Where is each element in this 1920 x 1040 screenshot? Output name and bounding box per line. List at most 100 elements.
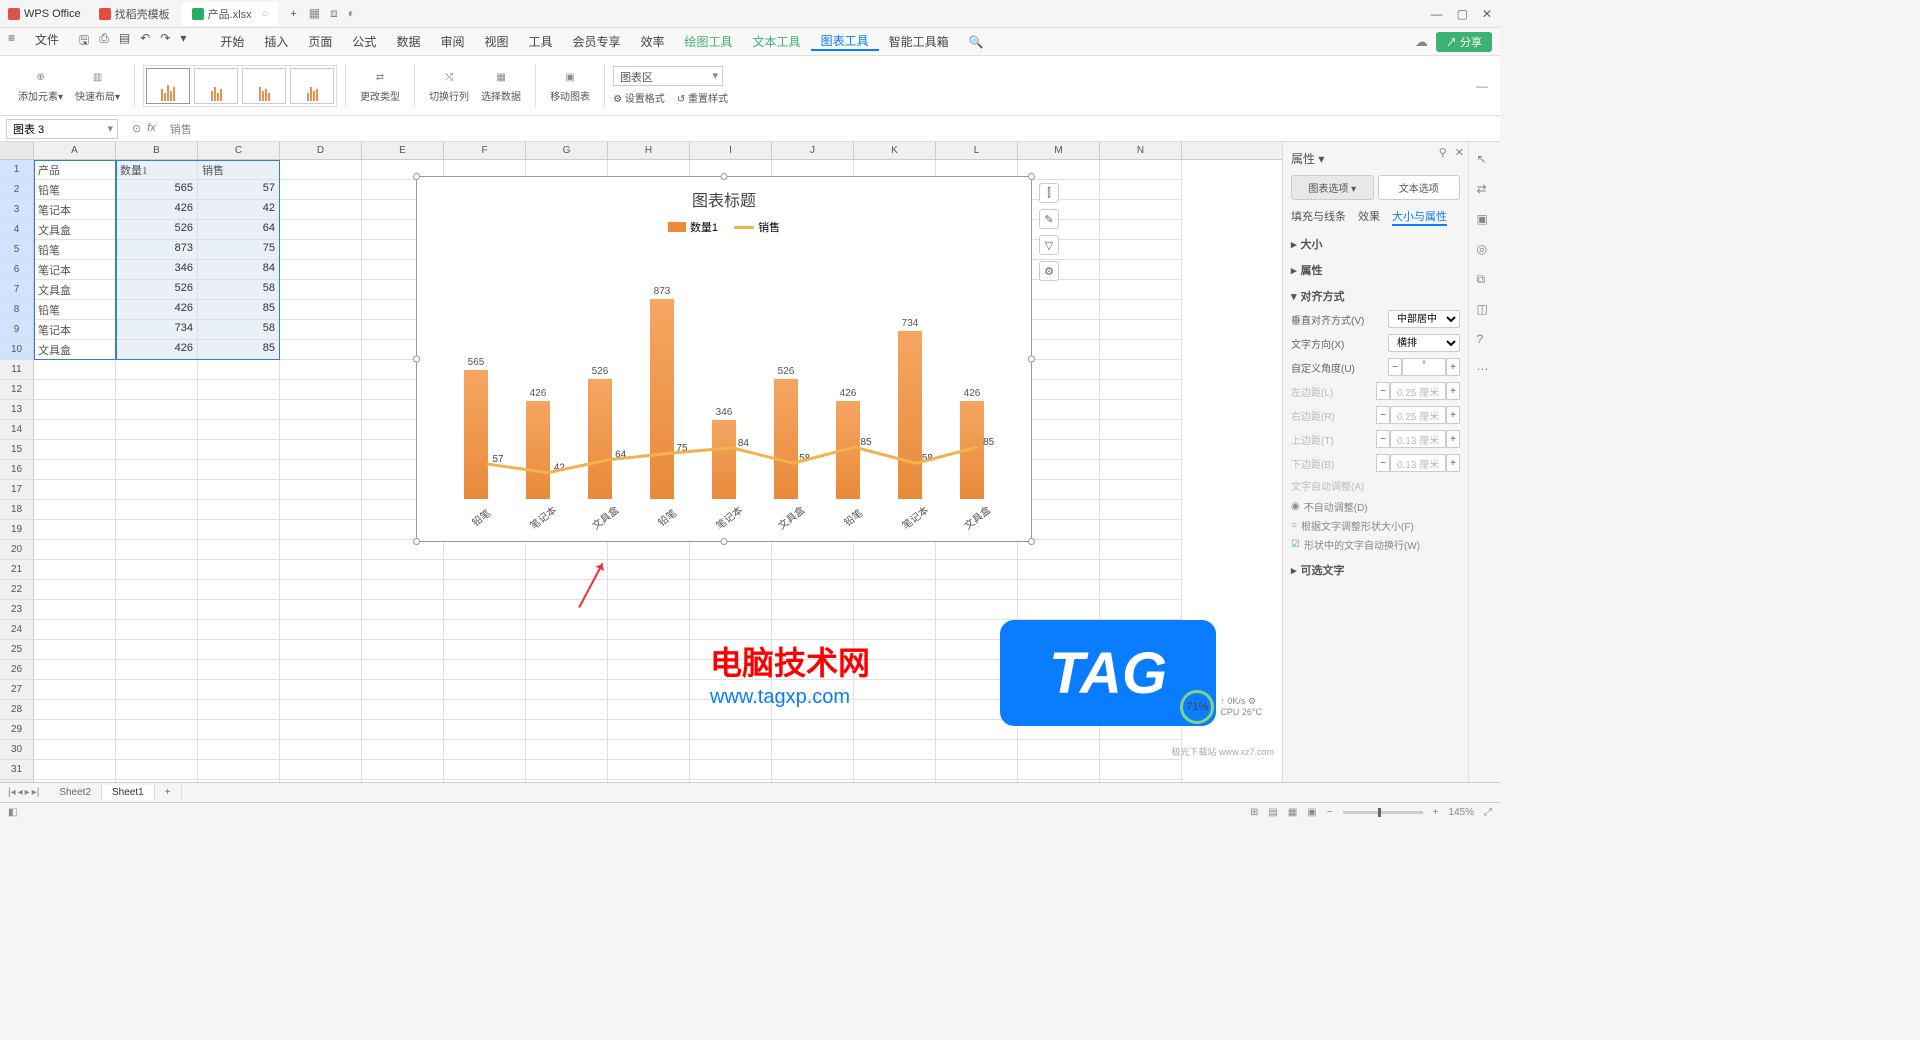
angle-plus[interactable]: + xyxy=(1446,358,1460,376)
cube-icon[interactable]: ⧈ xyxy=(330,6,338,21)
add-sheet-button[interactable]: + xyxy=(155,785,182,800)
shape-tool-icon[interactable]: ▣ xyxy=(1477,212,1493,228)
chart-filter-icon[interactable]: ▽ xyxy=(1039,235,1059,255)
set-format-button[interactable]: ⚙ 设置格式 xyxy=(613,90,665,105)
zoom-out-button[interactable]: − xyxy=(1327,807,1333,818)
switch-rowcol-button[interactable]: ⤭ 切换行列 xyxy=(423,64,475,107)
bookmark-tool-icon[interactable]: ◫ xyxy=(1477,302,1493,318)
grid-icon[interactable]: ▦ xyxy=(309,6,320,21)
resize-handle[interactable] xyxy=(1028,538,1035,545)
help-tool-icon[interactable]: ? xyxy=(1477,332,1493,348)
radio-icon[interactable]: ◉ xyxy=(1291,501,1300,512)
col-header[interactable]: L xyxy=(936,142,1018,159)
menu-hamburger-icon[interactable]: ≡ xyxy=(8,31,15,52)
menu-start[interactable]: 开始 xyxy=(210,33,254,50)
minimize-button[interactable]: — xyxy=(1431,7,1443,21)
add-tab-button[interactable]: + xyxy=(280,4,306,24)
user-avatar-icon[interactable]: ◐ xyxy=(348,6,355,21)
resize-handle[interactable] xyxy=(413,538,420,545)
tab-text-options[interactable]: 文本选项 xyxy=(1378,175,1461,200)
sheet-tab-2[interactable]: Sheet2 xyxy=(49,785,102,800)
col-header[interactable]: M xyxy=(1018,142,1100,159)
angle-minus[interactable]: − xyxy=(1388,358,1402,376)
checkbox-icon[interactable]: ☑ xyxy=(1291,539,1300,550)
maximize-button[interactable]: ▢ xyxy=(1457,7,1468,21)
menu-formula[interactable]: 公式 xyxy=(342,33,386,50)
preview-icon[interactable]: ▤ xyxy=(119,31,130,52)
select-tool-icon[interactable]: ↖ xyxy=(1477,152,1493,168)
sheet-last-icon[interactable]: ▸| xyxy=(32,787,40,798)
chart-style-4[interactable] xyxy=(290,68,334,104)
close-panel-icon[interactable]: ✕ xyxy=(1455,146,1464,159)
chart-title[interactable]: 图表标题 xyxy=(417,187,1031,211)
col-header[interactable]: D xyxy=(280,142,362,159)
view-fullscreen-icon[interactable]: ▣ xyxy=(1307,807,1316,818)
add-element-button[interactable]: ⊕ 添加元素▾ xyxy=(12,64,69,107)
print-icon[interactable]: ⎙ xyxy=(99,31,109,52)
menu-data[interactable]: 数据 xyxy=(386,33,430,50)
tab-product-xlsx[interactable]: 产品.xlsx ○ xyxy=(182,2,279,26)
subtab-fill-line[interactable]: 填充与线条 xyxy=(1291,208,1346,226)
menu-insert[interactable]: 插入 xyxy=(254,33,298,50)
resize-handle[interactable] xyxy=(721,173,728,180)
chart-style-1[interactable] xyxy=(146,68,190,104)
pin-icon[interactable]: ⚲ xyxy=(1439,146,1447,159)
col-header[interactable]: G xyxy=(526,142,608,159)
resize-handle[interactable] xyxy=(1028,356,1035,363)
resize-handle[interactable] xyxy=(721,538,728,545)
col-header[interactable]: C xyxy=(198,142,280,159)
quick-layout-button[interactable]: ▥ 快速布局▾ xyxy=(69,64,126,107)
sheet-prev-icon[interactable]: ◂ xyxy=(18,787,23,798)
menu-tools[interactable]: 工具 xyxy=(518,33,562,50)
ribbon-collapse-icon[interactable]: — xyxy=(1476,79,1488,93)
menu-page[interactable]: 页面 xyxy=(298,33,342,50)
menu-view[interactable]: 视图 xyxy=(474,33,518,50)
select-data-button[interactable]: ▦ 选择数据 xyxy=(475,64,527,107)
subtab-effects[interactable]: 效果 xyxy=(1358,208,1380,226)
embedded-chart[interactable]: ⫿ ✎ ▽ ⚙ 图表标题 数量1 销售 56542652687334652642… xyxy=(416,176,1032,542)
col-header[interactable]: B xyxy=(116,142,198,159)
zoom-label[interactable]: 145% xyxy=(1448,807,1474,818)
chart-elements-icon[interactable]: ⫿ xyxy=(1039,183,1059,203)
undo-icon[interactable]: ↶ xyxy=(140,31,150,52)
dropdown-icon[interactable]: ▾ xyxy=(180,31,186,52)
close-button[interactable]: ✕ xyxy=(1482,7,1492,21)
menu-text-tools[interactable]: 文本工具 xyxy=(743,33,811,50)
move-chart-button[interactable]: ▣ 移动图表 xyxy=(544,64,596,107)
menu-smart-toolbox[interactable]: 智能工具箱 xyxy=(879,33,959,50)
chart-styles-icon[interactable]: ✎ xyxy=(1039,209,1059,229)
formula-input[interactable]: 销售 xyxy=(164,121,1500,137)
zoom-slider[interactable] xyxy=(1343,811,1423,814)
tab-chart-options[interactable]: 图表选项 ▾ xyxy=(1291,175,1374,200)
radio-icon[interactable]: ○ xyxy=(1291,520,1297,531)
chart-style-2[interactable] xyxy=(194,68,238,104)
view-split-icon[interactable]: ▦ xyxy=(1288,807,1297,818)
resize-handle[interactable] xyxy=(1028,173,1035,180)
search-icon[interactable]: 🔍 xyxy=(959,35,994,49)
view-normal-icon[interactable]: ⊞ xyxy=(1250,807,1258,818)
chart-settings-icon[interactable]: ⚙ xyxy=(1039,261,1059,281)
sheet-next-icon[interactable]: ▸ xyxy=(25,787,30,798)
tab-template[interactable]: 找稻壳模板 xyxy=(89,2,180,26)
menu-review[interactable]: 审阅 xyxy=(430,33,474,50)
col-header[interactable]: K xyxy=(854,142,936,159)
sheet-tab-1[interactable]: Sheet1 xyxy=(102,785,155,800)
menu-member[interactable]: 会员专享 xyxy=(563,33,631,50)
fx-icon[interactable]: fx xyxy=(147,122,156,135)
select-all-corner[interactable] xyxy=(0,142,34,159)
col-header[interactable]: E xyxy=(362,142,444,159)
tab-more-icon[interactable]: ○ xyxy=(262,8,269,20)
change-type-button[interactable]: ⇄ 更改类型 xyxy=(354,64,406,107)
menu-efficiency[interactable]: 效率 xyxy=(631,33,675,50)
expand-icon[interactable]: ⤢ xyxy=(1484,807,1492,818)
view-page-icon[interactable]: ▤ xyxy=(1268,807,1277,818)
subtab-size-props[interactable]: 大小与属性 xyxy=(1392,208,1447,226)
col-header[interactable]: F xyxy=(444,142,526,159)
name-box[interactable]: 图表 3 xyxy=(6,119,118,139)
reset-style-button[interactable]: ↺ 重置样式 xyxy=(677,90,728,105)
col-header[interactable]: I xyxy=(690,142,772,159)
chart-area-select[interactable]: 图表区 xyxy=(613,66,723,86)
sheet-first-icon[interactable]: |◂ xyxy=(8,787,16,798)
link-tool-icon[interactable]: ⧉ xyxy=(1477,272,1493,288)
menu-chart-tools[interactable]: 图表工具 xyxy=(811,32,879,51)
